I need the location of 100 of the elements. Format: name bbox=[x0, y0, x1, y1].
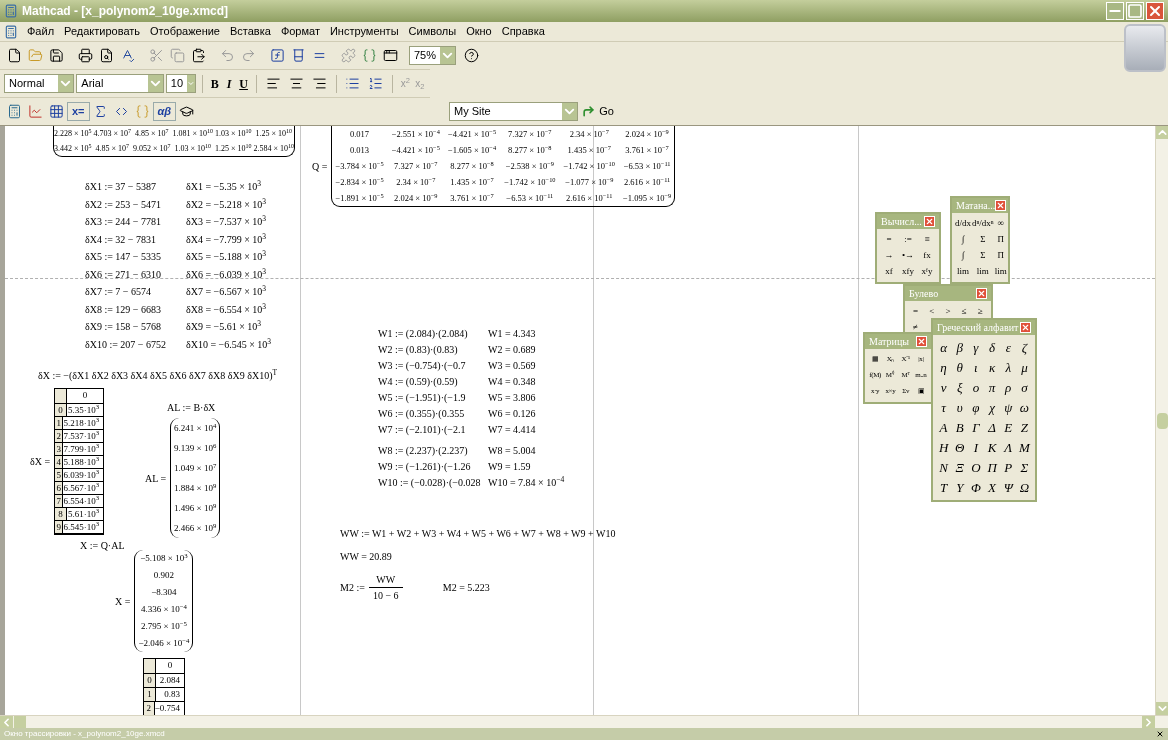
palette-button[interactable]: Η bbox=[936, 438, 952, 457]
palette-button[interactable]: < bbox=[924, 304, 940, 319]
palette-button[interactable]: d/dx bbox=[955, 216, 971, 231]
numbered-list-icon[interactable] bbox=[368, 76, 384, 91]
palette-button[interactable]: ≥ bbox=[972, 304, 988, 319]
cut-icon[interactable] bbox=[149, 48, 164, 63]
palette-button[interactable]: ∫ bbox=[955, 248, 971, 263]
paste-icon[interactable] bbox=[191, 48, 206, 63]
palette-button[interactable]: ω bbox=[1016, 398, 1032, 417]
palette-button[interactable]: Ψ bbox=[1000, 478, 1016, 497]
matrix-icon[interactable] bbox=[49, 104, 64, 119]
palette-button[interactable]: Ν bbox=[936, 458, 952, 477]
palette-button[interactable]: Ε bbox=[1000, 418, 1016, 437]
palette-button[interactable]: λ bbox=[1000, 358, 1016, 377]
align-center-icon[interactable] bbox=[288, 76, 304, 91]
palette-button[interactable]: lim bbox=[955, 264, 971, 279]
palette-button[interactable]: •→ bbox=[899, 248, 917, 263]
scroll-thumb[interactable] bbox=[1156, 412, 1168, 429]
palette-button[interactable]: Π bbox=[984, 458, 1000, 477]
palette-button[interactable]: ν bbox=[936, 378, 952, 397]
palette-button[interactable]: ζ bbox=[1016, 338, 1032, 357]
new-file-icon[interactable] bbox=[7, 48, 22, 63]
align-right-icon[interactable] bbox=[311, 76, 327, 91]
vertical-scrollbar[interactable] bbox=[1155, 126, 1168, 715]
palette-button[interactable]: υ bbox=[952, 398, 968, 417]
help-icon[interactable] bbox=[464, 48, 480, 63]
palette-button[interactable]: η bbox=[936, 358, 952, 377]
palette-button[interactable]: π bbox=[984, 378, 1000, 397]
palette-button[interactable]: Φ bbox=[968, 478, 984, 497]
palette-button[interactable]: Τ bbox=[936, 478, 952, 497]
palette-button[interactable]: ≤ bbox=[956, 304, 972, 319]
palette-button[interactable]: ξ bbox=[952, 378, 968, 397]
palette-button[interactable]: μ bbox=[1016, 358, 1032, 377]
format-button[interactable]: B bbox=[208, 74, 221, 93]
palette-button[interactable]: = bbox=[880, 232, 898, 247]
palette-button[interactable]: Ο bbox=[968, 458, 984, 477]
palette-button[interactable]: ρ bbox=[1000, 378, 1016, 397]
format-button[interactable]: U bbox=[237, 74, 250, 93]
palette-button[interactable]: σ bbox=[1016, 378, 1032, 397]
component-icon[interactable] bbox=[362, 48, 377, 63]
menu-item[interactable]: Справка bbox=[496, 23, 550, 40]
palette-button[interactable]: Χ bbox=[984, 478, 1000, 497]
palette-button[interactable]: ι bbox=[968, 358, 984, 377]
palette-button[interactable]: ψ bbox=[1000, 398, 1016, 417]
palette-button[interactable]: Β bbox=[952, 418, 968, 437]
go-arrow-icon[interactable] bbox=[582, 105, 596, 118]
unit-icon[interactable] bbox=[291, 48, 306, 63]
palette-button[interactable]: ≡ bbox=[918, 232, 936, 247]
evaluation-button[interactable]: x= bbox=[67, 102, 90, 121]
menu-item[interactable]: Символы bbox=[403, 23, 462, 40]
palette-button[interactable]: ε bbox=[1000, 338, 1016, 357]
palette-button[interactable]: Λ bbox=[1000, 438, 1016, 457]
palette-button[interactable]: β bbox=[952, 338, 968, 357]
palette-button[interactable]: Ξ bbox=[952, 458, 968, 477]
palette-button[interactable]: lim bbox=[972, 264, 994, 279]
palette-button[interactable]: φ bbox=[968, 398, 984, 417]
function-icon[interactable] bbox=[270, 48, 285, 63]
font-size-dropdown[interactable]: 10 bbox=[165, 74, 196, 93]
font-dropdown[interactable]: Arial bbox=[76, 74, 164, 93]
palette-button[interactable]: δ bbox=[984, 338, 1000, 357]
palette-button[interactable]: > bbox=[940, 304, 956, 319]
palette-button[interactable]: ∫ bbox=[955, 232, 971, 247]
palette-button[interactable]: χ bbox=[984, 398, 1000, 417]
palette-button[interactable]: xfy bbox=[899, 264, 917, 279]
palette-button[interactable]: Ι bbox=[968, 438, 984, 457]
horizontal-scrollbar[interactable] bbox=[0, 715, 1168, 728]
folder-icon[interactable] bbox=[28, 48, 43, 63]
window-icon[interactable] bbox=[383, 48, 398, 63]
palette-button[interactable]: := bbox=[899, 232, 917, 247]
menu-item[interactable]: Редактировать bbox=[59, 23, 146, 40]
palette-button[interactable]: xᶠy bbox=[918, 264, 936, 279]
palette-button[interactable]: Θ bbox=[952, 438, 968, 457]
palette-button[interactable]: ≠ bbox=[908, 320, 924, 335]
palette-button[interactable]: κ bbox=[984, 358, 1000, 377]
align-left-icon[interactable] bbox=[265, 76, 281, 91]
palette-button[interactable]: → bbox=[880, 248, 898, 263]
palette-button[interactable]: Ρ bbox=[1000, 458, 1016, 477]
minimize-icon[interactable] bbox=[1106, 2, 1124, 20]
palette-button[interactable]: α bbox=[936, 338, 952, 357]
palette-button[interactable]: dⁿ/dxⁿ bbox=[972, 216, 994, 231]
printer-icon[interactable] bbox=[78, 48, 93, 63]
palette-button[interactable]: Σ bbox=[972, 248, 994, 263]
palette-button[interactable]: Υ bbox=[952, 478, 968, 497]
palette-button[interactable]: ∞ bbox=[994, 216, 1007, 231]
palette-button[interactable]: Α bbox=[936, 418, 952, 437]
close-icon[interactable] bbox=[1156, 730, 1164, 738]
menu-item[interactable]: Инструменты bbox=[324, 23, 404, 40]
undo-icon[interactable] bbox=[220, 48, 235, 63]
palette-button[interactable]: Ω bbox=[1016, 478, 1032, 497]
palette-button[interactable]: xf bbox=[880, 264, 898, 279]
zoom-dropdown[interactable]: 75% bbox=[409, 46, 457, 65]
palette-button[interactable]: Δ bbox=[984, 418, 1000, 437]
format-button[interactable]: I bbox=[222, 74, 236, 93]
menu-item[interactable]: Формат bbox=[275, 23, 325, 40]
greek-button[interactable]: αβ bbox=[152, 102, 177, 121]
spell-check-icon[interactable] bbox=[120, 48, 135, 63]
palette-button[interactable]: Σ bbox=[1016, 458, 1032, 477]
palette-button[interactable]: fx bbox=[918, 248, 936, 263]
maximize-icon[interactable] bbox=[1126, 2, 1144, 20]
address-dropdown[interactable]: My Site bbox=[449, 102, 579, 121]
